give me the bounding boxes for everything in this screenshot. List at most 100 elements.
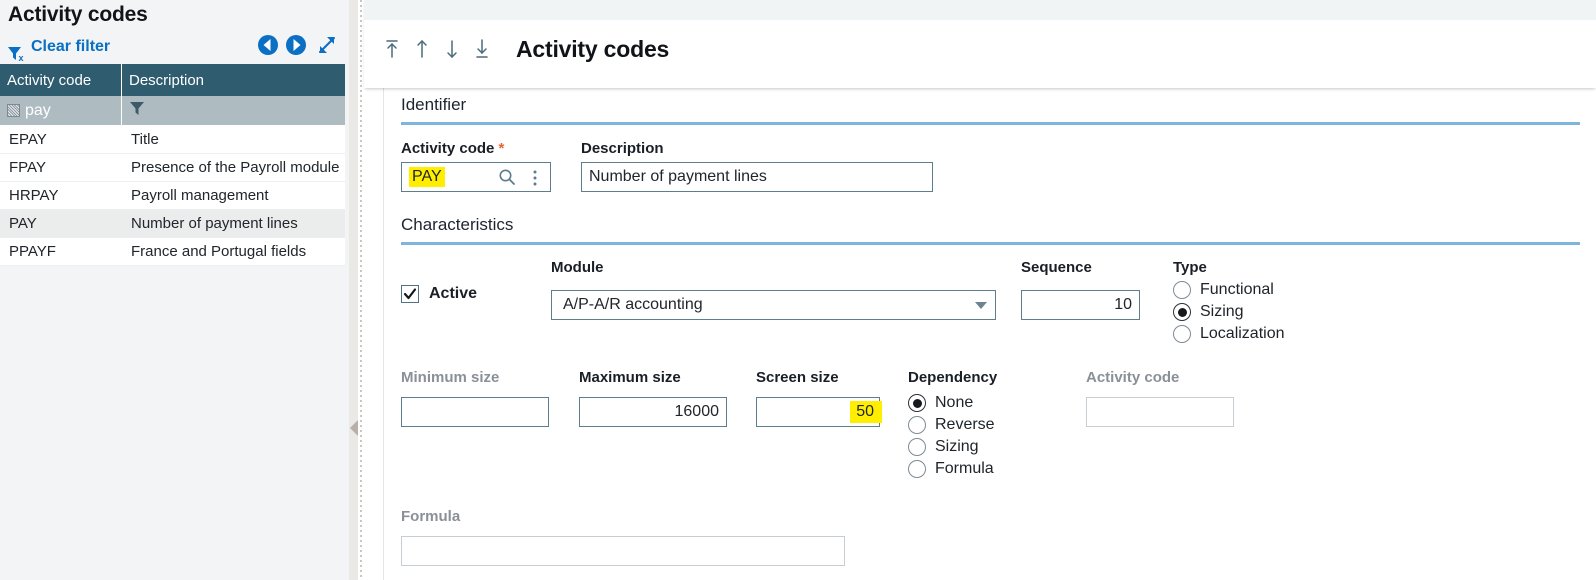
row-activity-code: HRPAY [0, 187, 58, 204]
next-record-icon[interactable] [444, 38, 460, 60]
row-activity-code: PAY [0, 215, 37, 232]
kebab-menu-icon[interactable] [532, 169, 538, 192]
application-window: Activity codes x Clear filter [0, 0, 1596, 580]
row-description: Payroll management [122, 187, 269, 204]
expand-diagonal-icon[interactable] [317, 35, 337, 55]
chevron-down-icon [975, 302, 987, 309]
splitter-bar[interactable] [349, 0, 358, 580]
characteristics-row-1: Active Module A/P-A/R accounting Sequenc [401, 259, 1596, 343]
dependency-radio-none[interactable]: None [908, 394, 1086, 412]
left-panel-nav-buttons [257, 34, 337, 56]
sequence-value: 10 [1114, 296, 1132, 314]
section-title-characteristics: Characteristics [401, 208, 1596, 235]
minimum-size-field-group: Minimum size [401, 369, 579, 427]
collapse-left-panel-handle[interactable] [350, 420, 358, 436]
maximum-size-input[interactable]: 16000 [579, 397, 727, 427]
row-description: France and Portugal fields [122, 243, 306, 260]
module-select[interactable]: A/P-A/R accounting [551, 290, 996, 320]
maximum-size-field-group: Maximum size 16000 [579, 369, 756, 427]
formula-field-group: Formula [401, 508, 1596, 566]
required-marker: * [499, 140, 505, 157]
row-activity-code: EPAY [0, 131, 47, 148]
panel-splitter[interactable] [345, 0, 358, 580]
form-area: Identifier Activity code * PAY [364, 88, 1596, 580]
dependency-radio-formula[interactable]: Formula [908, 460, 1086, 478]
active-label: Active [429, 285, 477, 303]
minimum-size-label: Minimum size [401, 369, 579, 386]
circle-right-arrow-icon[interactable] [285, 34, 307, 56]
page-title: Activity codes [516, 36, 669, 63]
sequence-field-group: Sequence 10 [1021, 259, 1173, 320]
table-row[interactable]: FPAY Presence of the Payroll module [0, 154, 345, 182]
clear-filter-button[interactable]: x Clear filter [8, 30, 110, 64]
left-panel-toolbar: x Clear filter [0, 30, 345, 64]
first-record-icon[interactable] [384, 38, 400, 60]
identifier-fields-row: Activity code * PAY [401, 140, 1596, 192]
circle-left-arrow-icon[interactable] [257, 34, 279, 56]
table-row[interactable]: PPAYF France and Portugal fields [0, 238, 345, 266]
radio-icon [1173, 281, 1191, 299]
activity-code-label: Activity code * [401, 140, 551, 157]
dependency-activity-code-input[interactable] [1086, 397, 1234, 427]
dependency-activity-code-field-group: Activity code [1086, 369, 1234, 427]
dependency-field-group: Dependency None Reverse [908, 369, 1086, 478]
radio-icon [908, 416, 926, 434]
row-description: Presence of the Payroll module [122, 159, 339, 176]
grid-header-row: Activity code Description [0, 64, 345, 96]
filter-description-cell[interactable] [122, 101, 145, 121]
left-panel-title: Activity codes [0, 0, 345, 30]
search-icon[interactable] [498, 168, 516, 191]
active-field-group: Active [401, 259, 551, 303]
sequence-input[interactable]: 10 [1021, 290, 1140, 320]
svg-text:x: x [19, 53, 24, 62]
table-row-selected[interactable]: PAY Number of payment lines [0, 210, 345, 238]
description-input[interactable]: Number of payment lines [581, 162, 933, 192]
last-record-icon[interactable] [474, 38, 490, 60]
type-field-group: Type Functional Sizing [1173, 259, 1285, 343]
dependency-activity-code-label: Activity code [1086, 369, 1234, 386]
dependency-radio-sizing[interactable]: Sizing [908, 438, 1086, 456]
left-list-panel: Activity codes x Clear filter [0, 0, 345, 580]
dependency-radio-reverse[interactable]: Reverse [908, 416, 1086, 434]
activity-code-field-group: Activity code * PAY [401, 140, 551, 192]
module-field-group: Module A/P-A/R accounting [551, 259, 1021, 320]
minimum-size-input[interactable] [401, 397, 549, 427]
form-left-gutter [364, 88, 384, 580]
type-radio-sizing[interactable]: Sizing [1173, 303, 1285, 321]
activity-code-value: PAY [409, 167, 445, 187]
description-label: Description [581, 140, 933, 157]
section-rule-characteristics [401, 242, 1580, 245]
table-row[interactable]: EPAY Title [0, 126, 345, 154]
dependency-radio-group: None Reverse Sizing [908, 394, 1086, 478]
radio-selected-icon [908, 394, 926, 412]
previous-record-icon[interactable] [414, 38, 430, 60]
grid-column-header-description[interactable]: Description [122, 72, 204, 89]
table-row[interactable]: HRPAY Payroll management [0, 182, 345, 210]
description-value: Number of payment lines [589, 168, 767, 186]
grid-column-header-activity-code[interactable]: Activity code [0, 72, 91, 89]
active-checkbox-wrap[interactable]: Active [401, 285, 551, 303]
description-field-group: Description Number of payment lines [581, 140, 933, 192]
formula-input[interactable] [401, 536, 845, 566]
activity-code-input[interactable]: PAY [401, 162, 551, 192]
maximum-size-value: 16000 [675, 403, 720, 421]
radio-selected-icon [1173, 303, 1191, 321]
hatch-marker-icon [7, 104, 20, 117]
form-body: Identifier Activity code * PAY [384, 88, 1596, 580]
type-radio-localization[interactable]: Localization [1173, 325, 1285, 343]
type-label: Type [1173, 259, 1285, 276]
type-radio-functional[interactable]: Functional [1173, 281, 1285, 299]
active-checkbox[interactable] [401, 285, 419, 303]
record-navigation-toolbar [384, 38, 490, 60]
funnel-icon[interactable] [129, 101, 145, 121]
type-radio-group: Functional Sizing Localization [1173, 281, 1285, 343]
screen-size-value: 50 [850, 401, 882, 423]
radio-icon [908, 438, 926, 456]
screen-size-field-group: Screen size 50 [756, 369, 908, 427]
filter-activity-code-cell[interactable]: pay [0, 102, 51, 120]
screen-size-input[interactable]: 50 [756, 397, 880, 427]
maximum-size-label: Maximum size [579, 369, 756, 386]
screen-size-label: Screen size [756, 369, 908, 386]
main-detail-panel: Activity codes Identifier Activity code … [364, 0, 1596, 580]
main-header: Activity codes [364, 0, 1596, 88]
